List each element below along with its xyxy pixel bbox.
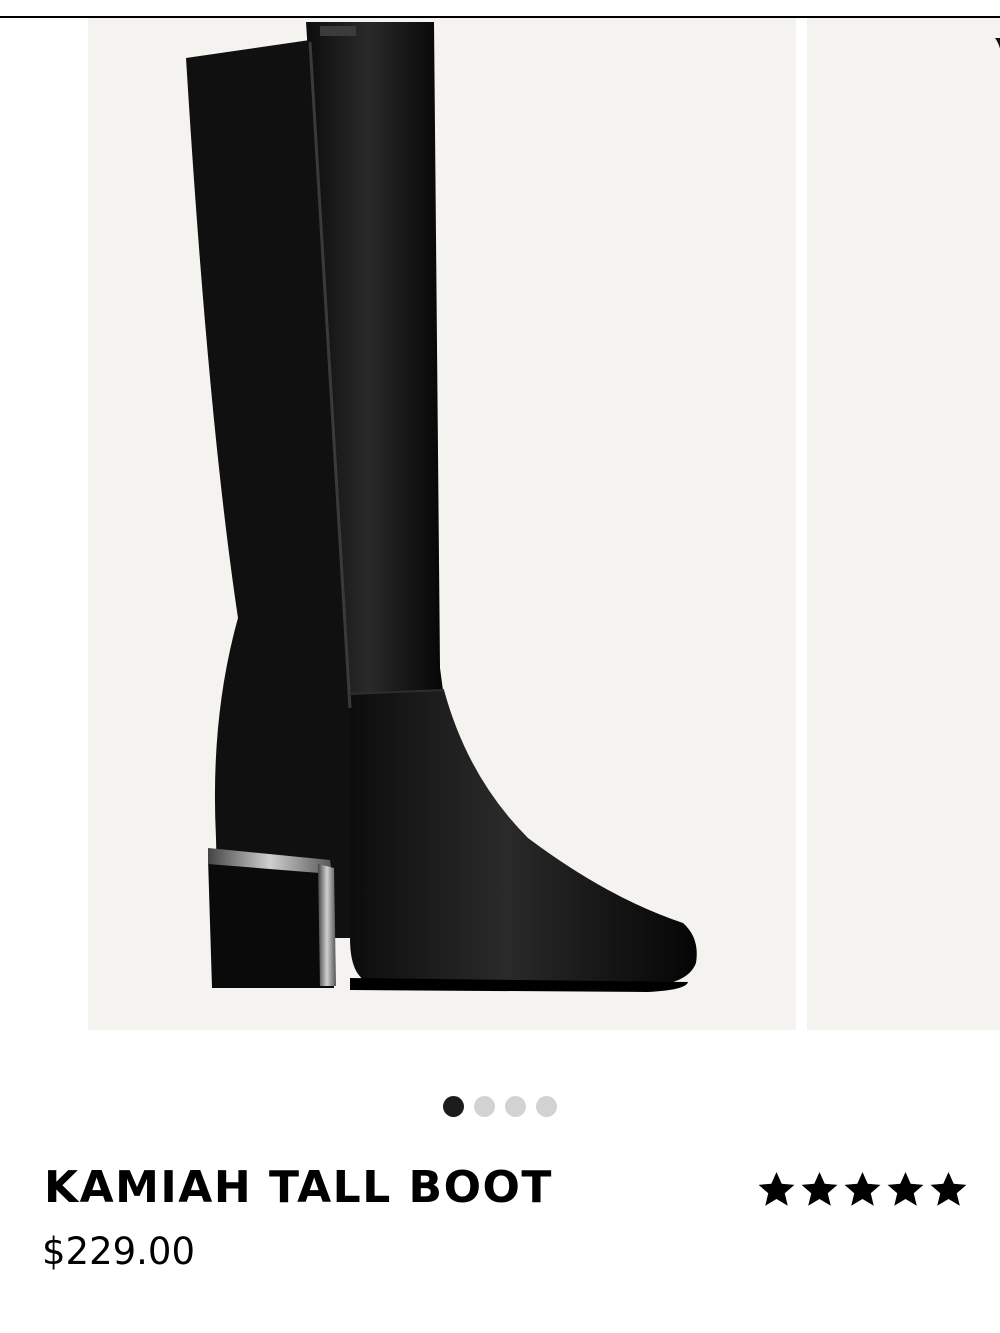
star-rating[interactable] <box>755 1168 970 1211</box>
carousel-dot-1[interactable] <box>443 1096 464 1117</box>
star-icon <box>758 1171 795 1206</box>
carousel-dot-4[interactable] <box>536 1096 557 1117</box>
next-product-image-slide[interactable] <box>807 18 1000 1030</box>
product-price: $229.00 <box>42 1230 196 1273</box>
product-image-slide[interactable] <box>88 18 796 1030</box>
product-image-carousel[interactable] <box>0 18 1000 1030</box>
star-icon <box>801 1171 838 1206</box>
carousel-dot-3[interactable] <box>505 1096 526 1117</box>
star-icon <box>930 1171 967 1206</box>
boot-image <box>186 22 697 992</box>
top-header-edge <box>0 0 1000 18</box>
carousel-pagination <box>0 1096 1000 1118</box>
star-icon <box>887 1171 924 1206</box>
product-title: KAMIAH TALL BOOT <box>44 1162 553 1213</box>
carousel-dot-2[interactable] <box>474 1096 495 1117</box>
boot-image-peek <box>995 38 1000 49</box>
star-icon <box>844 1171 881 1206</box>
product-page: KAMIAH TALL BOOT $229.00 <box>0 0 1000 1333</box>
